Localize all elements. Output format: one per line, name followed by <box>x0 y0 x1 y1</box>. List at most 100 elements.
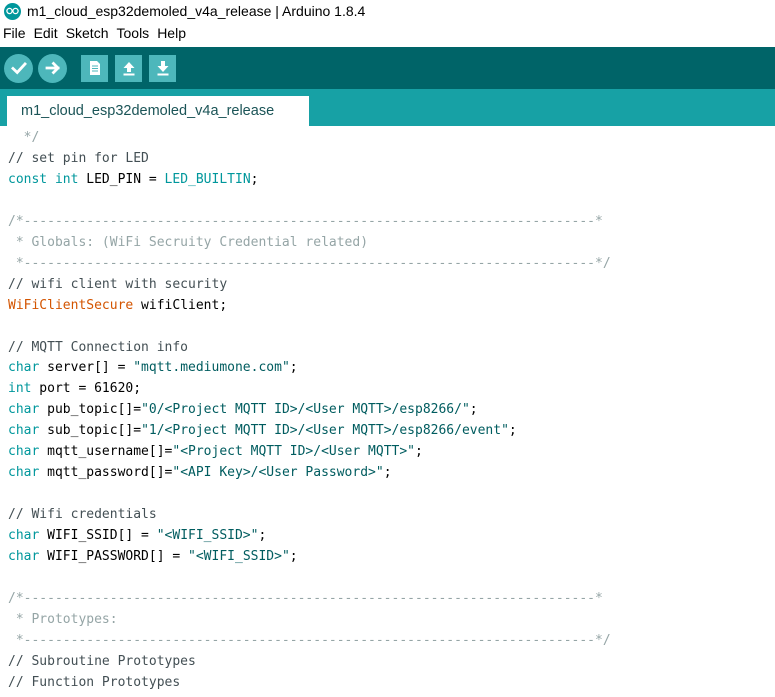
code-line: char mqtt_username[]="<Project MQTT ID>/… <box>8 442 611 463</box>
title-bar: m1_cloud_esp32demoled_v4a_release | Ardu… <box>0 0 775 22</box>
code-token: WIFI_PASSWORD[] = <box>39 549 189 565</box>
code-line: char sub_topic[]="1/<Project MQTT ID>/<U… <box>8 421 611 442</box>
code-token: "1/<Project MQTT ID>/<User MQTT>/esp8266… <box>141 423 509 439</box>
code-line: int port = 61620; <box>8 379 611 400</box>
code-token: ; <box>415 444 423 460</box>
arrow-up-icon <box>123 62 134 76</box>
code-token: mqtt_password[]= <box>39 465 173 481</box>
code-token: WIFI_SSID[] = <box>39 528 157 544</box>
code-token: ; <box>383 465 392 481</box>
code-line: // MQTT Connection info <box>8 338 611 359</box>
verify-button[interactable] <box>4 53 33 83</box>
code-line: // Function Prototypes <box>8 673 611 694</box>
code-token: char <box>8 528 40 544</box>
code-line: const int LED_PIN = LED_BUILTIN; <box>8 170 611 191</box>
code-token: // set pin for LED <box>8 150 149 166</box>
menu-sketch[interactable]: Sketch <box>66 25 109 41</box>
code-token: port = 61620; <box>31 381 142 397</box>
menu-edit[interactable]: Edit <box>34 25 58 41</box>
code-line: // wifi client with security <box>8 275 611 296</box>
code-line: WiFiClientSecure wifiClient; <box>8 296 611 317</box>
code-token: pub_topic[]= <box>39 402 142 418</box>
code-token: ; <box>289 360 298 376</box>
code-token: "<WIFI_SSID>" <box>188 549 290 565</box>
code-token: char <box>8 423 40 439</box>
code-text: */ // set pin for LED const int LED_PIN = … <box>8 128 611 694</box>
code-token: int <box>8 381 32 397</box>
code-line: // Subroutine Prototypes <box>8 652 611 673</box>
window-title: m1_cloud_esp32demoled_v4a_release | Ardu… <box>27 3 366 19</box>
code-token: WiFiClientSecure <box>8 297 134 313</box>
code-token: char <box>8 444 40 460</box>
code-line: * Globals: (WiFi Secruity Credential rel… <box>8 233 611 254</box>
arduino-logo-icon <box>4 2 21 20</box>
toolbar <box>0 47 775 89</box>
code-token: mqtt_username[]= <box>39 444 173 460</box>
checkmark-icon <box>10 62 27 75</box>
code-token: ; <box>469 402 478 418</box>
code-token: * Globals: (WiFi Secruity Credential rel… <box>8 234 369 250</box>
code-token: *---------------------------------------… <box>8 255 611 271</box>
code-token: /*--------------------------------------… <box>8 590 603 606</box>
new-document-icon <box>89 61 100 75</box>
code-token: char <box>8 549 40 565</box>
arrow-down-icon <box>157 61 168 76</box>
code-token: sub_topic[]= <box>39 423 142 439</box>
code-line: /*--------------------------------------… <box>8 212 611 233</box>
code-line: *---------------------------------------… <box>8 254 611 275</box>
code-token: // MQTT Connection info <box>8 339 189 355</box>
code-line: // set pin for LED <box>8 149 611 170</box>
code-line: char server[] = "mqtt.mediumone.com"; <box>8 358 611 379</box>
code-token: char <box>8 402 40 418</box>
code-token: * Prototypes: <box>8 611 118 627</box>
code-token: "mqtt.mediumone.com" <box>133 360 290 376</box>
open-button[interactable] <box>115 54 142 82</box>
code-token: *---------------------------------------… <box>8 632 611 648</box>
code-token: LED_PIN = <box>78 171 165 187</box>
menu-file[interactable]: File <box>3 25 26 41</box>
code-token: "0/<Project MQTT ID>/<User MQTT>/esp8266… <box>141 402 470 418</box>
code-token: ; <box>250 171 259 187</box>
code-token: // wifi client with security <box>8 276 228 292</box>
code-token: int <box>54 171 79 187</box>
code-token: "<WIFI_SSID>" <box>156 528 259 544</box>
code-token: ; <box>258 528 267 544</box>
code-token: ; <box>289 549 298 565</box>
menu-bar: File Edit Sketch Tools Help <box>0 22 775 44</box>
code-token: LED_BUILTIN <box>164 171 251 187</box>
code-line: char WIFI_SSID[] = "<WIFI_SSID>"; <box>8 526 611 547</box>
save-button[interactable] <box>149 54 176 82</box>
menu-tools[interactable]: Tools <box>117 25 150 41</box>
tab-strip: m1_cloud_esp32demoled_v4a_release <box>0 89 775 126</box>
code-line: *---------------------------------------… <box>8 631 611 652</box>
menu-help[interactable]: Help <box>157 25 186 41</box>
code-line: char WIFI_PASSWORD[] = "<WIFI_SSID>"; <box>8 547 611 568</box>
code-token: server[] = <box>39 360 134 376</box>
code-token: */ <box>8 130 40 145</box>
code-token: "<API Key>/<User Password>" <box>172 465 384 481</box>
code-line: // Wifi credentials <box>8 505 611 526</box>
code-line: /*--------------------------------------… <box>8 589 611 610</box>
code-token: char <box>8 465 40 481</box>
code-token: wifiClient; <box>133 297 228 313</box>
arrow-right-icon <box>45 61 60 75</box>
code-token: const <box>8 171 48 187</box>
new-button[interactable] <box>81 54 108 82</box>
code-editor[interactable]: */ // set pin for LED const int LED_PIN = … <box>0 126 775 697</box>
code-token: // Subroutine Prototypes <box>8 653 196 669</box>
code-line: char pub_topic[]="0/<Project MQTT ID>/<U… <box>8 400 611 421</box>
code-token: // Wifi credentials <box>8 507 157 523</box>
code-line: * Prototypes: <box>8 610 611 631</box>
code-token: ; <box>508 423 517 439</box>
code-line: */ <box>8 128 611 149</box>
upload-button[interactable] <box>38 53 67 83</box>
code-token: char <box>8 360 40 376</box>
tab-sketch[interactable]: m1_cloud_esp32demoled_v4a_release <box>7 96 309 126</box>
code-token: "<Project MQTT ID>/<User MQTT>" <box>172 444 416 460</box>
code-token: // Function Prototypes <box>8 674 181 690</box>
